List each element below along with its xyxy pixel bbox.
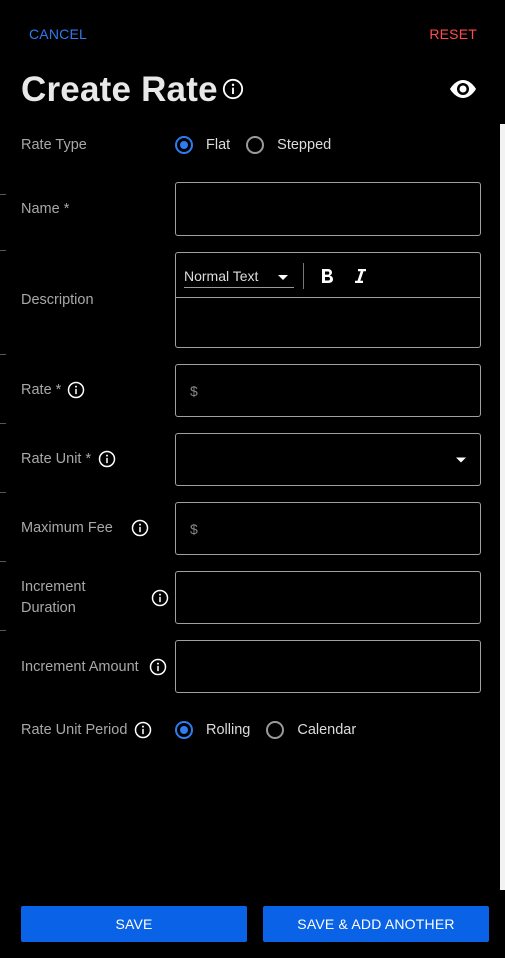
rate-unit-period-label: Rate Unit Period [21,722,128,738]
chevron-down-icon [278,275,288,280]
scrollbar[interactable] [500,124,505,890]
rate-type-flat-radio[interactable] [175,136,193,154]
rate-unit-period-calendar-radio[interactable] [266,721,285,739]
rate-type-stepped-radio[interactable] [246,136,265,154]
info-icon[interactable] [131,519,149,537]
chevron-down-icon [456,457,466,462]
info-icon[interactable] [151,589,169,607]
description-label: Description [21,292,94,308]
info-icon[interactable] [67,381,85,399]
name-input[interactable] [175,182,481,236]
increment-amount-label: Increment Amount [21,659,139,675]
increment-duration-label-line2: Duration [21,600,76,616]
info-icon[interactable] [98,450,116,468]
info-icon[interactable] [134,721,152,739]
italic-icon[interactable] [351,266,369,286]
increment-duration-input[interactable] [175,571,481,624]
rate-unit-period-radio-group: Rolling Calendar [175,721,372,739]
edge-divider [0,194,6,195]
rate-type-flat-label[interactable]: Flat [206,137,230,153]
cancel-button[interactable]: CANCEL [29,26,87,42]
page-title: Create Rate [21,70,218,109]
create-rate-panel: CANCEL RESET Create Rate Rate Type Flat … [0,0,505,958]
text-format-select[interactable]: Normal Text [184,267,294,288]
edge-divider [0,561,6,562]
currency-prefix: $ [190,520,198,537]
rate-type-stepped-label[interactable]: Stepped [277,137,331,153]
edge-divider [0,250,6,251]
increment-duration-label-line1: Increment [21,579,86,595]
maximum-fee-input[interactable]: $ [175,502,481,555]
text-format-value: Normal Text [184,268,259,284]
rate-unit-period-rolling-radio[interactable] [175,721,193,739]
currency-prefix: $ [190,382,198,399]
description-editor: Normal Text [175,252,481,348]
increment-duration-label: Increment Duration [21,577,85,619]
increment-amount-input[interactable] [175,640,481,693]
rate-unit-period-calendar-label[interactable]: Calendar [297,722,356,738]
name-label: Name * [21,201,70,217]
editor-toolbar: Normal Text [176,253,480,298]
info-icon[interactable] [222,78,244,100]
rate-input[interactable]: $ [175,364,481,417]
bold-icon[interactable] [318,266,336,286]
rate-unit-select[interactable] [175,433,481,486]
info-icon[interactable] [149,658,167,676]
rate-unit-label: Rate Unit * [21,451,92,467]
rate-unit-period-rolling-label[interactable]: Rolling [206,722,250,738]
edge-divider [0,354,6,355]
eye-icon[interactable] [447,76,479,102]
rate-type-label: Rate Type [21,137,87,153]
save-button[interactable]: SAVE [21,906,247,942]
edge-divider [0,423,6,424]
rate-type-radio-group: Flat Stepped [175,136,347,154]
maximum-fee-label: Maximum Fee [21,520,113,536]
edge-divider [0,630,6,631]
edge-divider [0,492,6,493]
reset-button[interactable]: RESET [429,26,477,42]
rate-label: Rate * [21,382,62,398]
toolbar-divider [303,263,304,289]
save-and-add-another-button[interactable]: SAVE & ADD ANOTHER [263,906,489,942]
